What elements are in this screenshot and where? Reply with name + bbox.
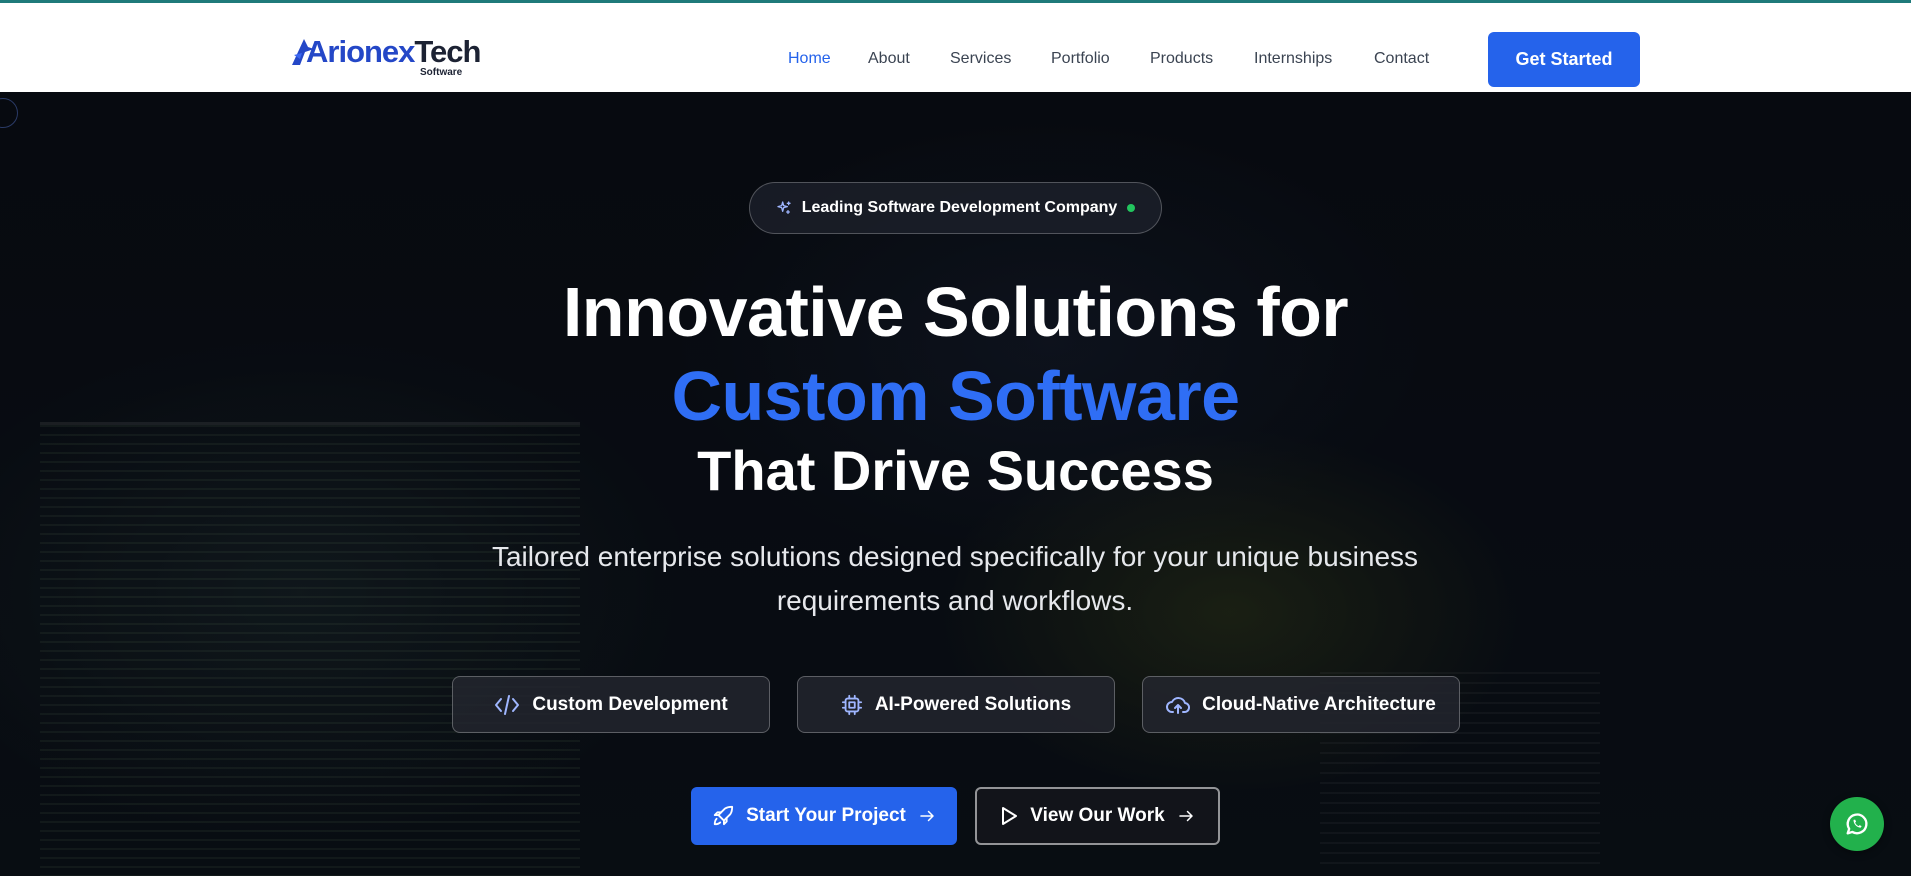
top-accent-bar (0, 0, 1911, 3)
nav-item-home[interactable]: Home (788, 48, 831, 70)
hero-subtitle-line-1: Tailored enterprise solutions designed s… (491, 541, 1419, 572)
arrow-right-icon (920, 810, 934, 822)
cpu-chip-icon (841, 694, 862, 715)
nav-item-portfolio[interactable]: Portfolio (1051, 48, 1110, 70)
code-icon (495, 694, 520, 715)
hero-subtitle-line-2: requirements and workflows. (776, 585, 1134, 616)
start-your-project-label: Start Your Project (746, 805, 906, 826)
nav-item-products[interactable]: Products (1150, 48, 1213, 70)
status-dot (1127, 204, 1136, 212)
hero-title-line-1: Innovative Solutions for (562, 273, 1349, 351)
feature-label: Cloud-Native Architecture (1202, 693, 1436, 715)
site-header: ArionexTech Software Home About Services… (0, 3, 1911, 92)
company-badge: Leading Software Development Company (749, 182, 1162, 234)
get-started-button[interactable]: Get Started (1488, 32, 1640, 87)
hero-title-highlight: Custom Software (671, 357, 1240, 435)
brand-logo[interactable]: ArionexTech Software (290, 34, 481, 83)
feature-label: Custom Development (532, 693, 728, 715)
whatsapp-icon (1846, 813, 1868, 835)
hero-title-line-3: That Drive Success (697, 439, 1214, 502)
nav-item-contact[interactable]: Contact (1374, 48, 1429, 70)
sparkles-icon (777, 201, 791, 214)
nav-item-internships[interactable]: Internships (1254, 48, 1332, 70)
badge-text: Leading Software Development Company (801, 199, 1118, 216)
nav-item-about[interactable]: About (868, 48, 910, 70)
feature-custom-development[interactable]: Custom Development (452, 676, 770, 733)
start-your-project-button[interactable]: Start Your Project (691, 787, 957, 845)
play-icon (1002, 807, 1018, 825)
feature-cloud-native-architecture[interactable]: Cloud-Native Architecture (1142, 676, 1460, 733)
feature-label: AI-Powered Solutions (874, 693, 1072, 715)
rocket-icon (713, 805, 734, 826)
hero-subtitle: Tailored enterprise solutions designed s… (455, 535, 1455, 623)
logo-wordmark: ArionexTech (306, 34, 481, 69)
view-our-work-label: View Our Work (1030, 805, 1165, 826)
view-our-work-button[interactable]: View Our Work (975, 787, 1220, 845)
nav-item-services[interactable]: Services (950, 48, 1011, 70)
cloud-upload-icon (1166, 696, 1191, 714)
logo-subtitle: Software (420, 67, 463, 78)
whatsapp-chat-button[interactable] (1830, 797, 1884, 851)
arrow-right-icon (1178, 810, 1193, 822)
feature-ai-powered-solutions[interactable]: AI-Powered Solutions (797, 676, 1115, 733)
